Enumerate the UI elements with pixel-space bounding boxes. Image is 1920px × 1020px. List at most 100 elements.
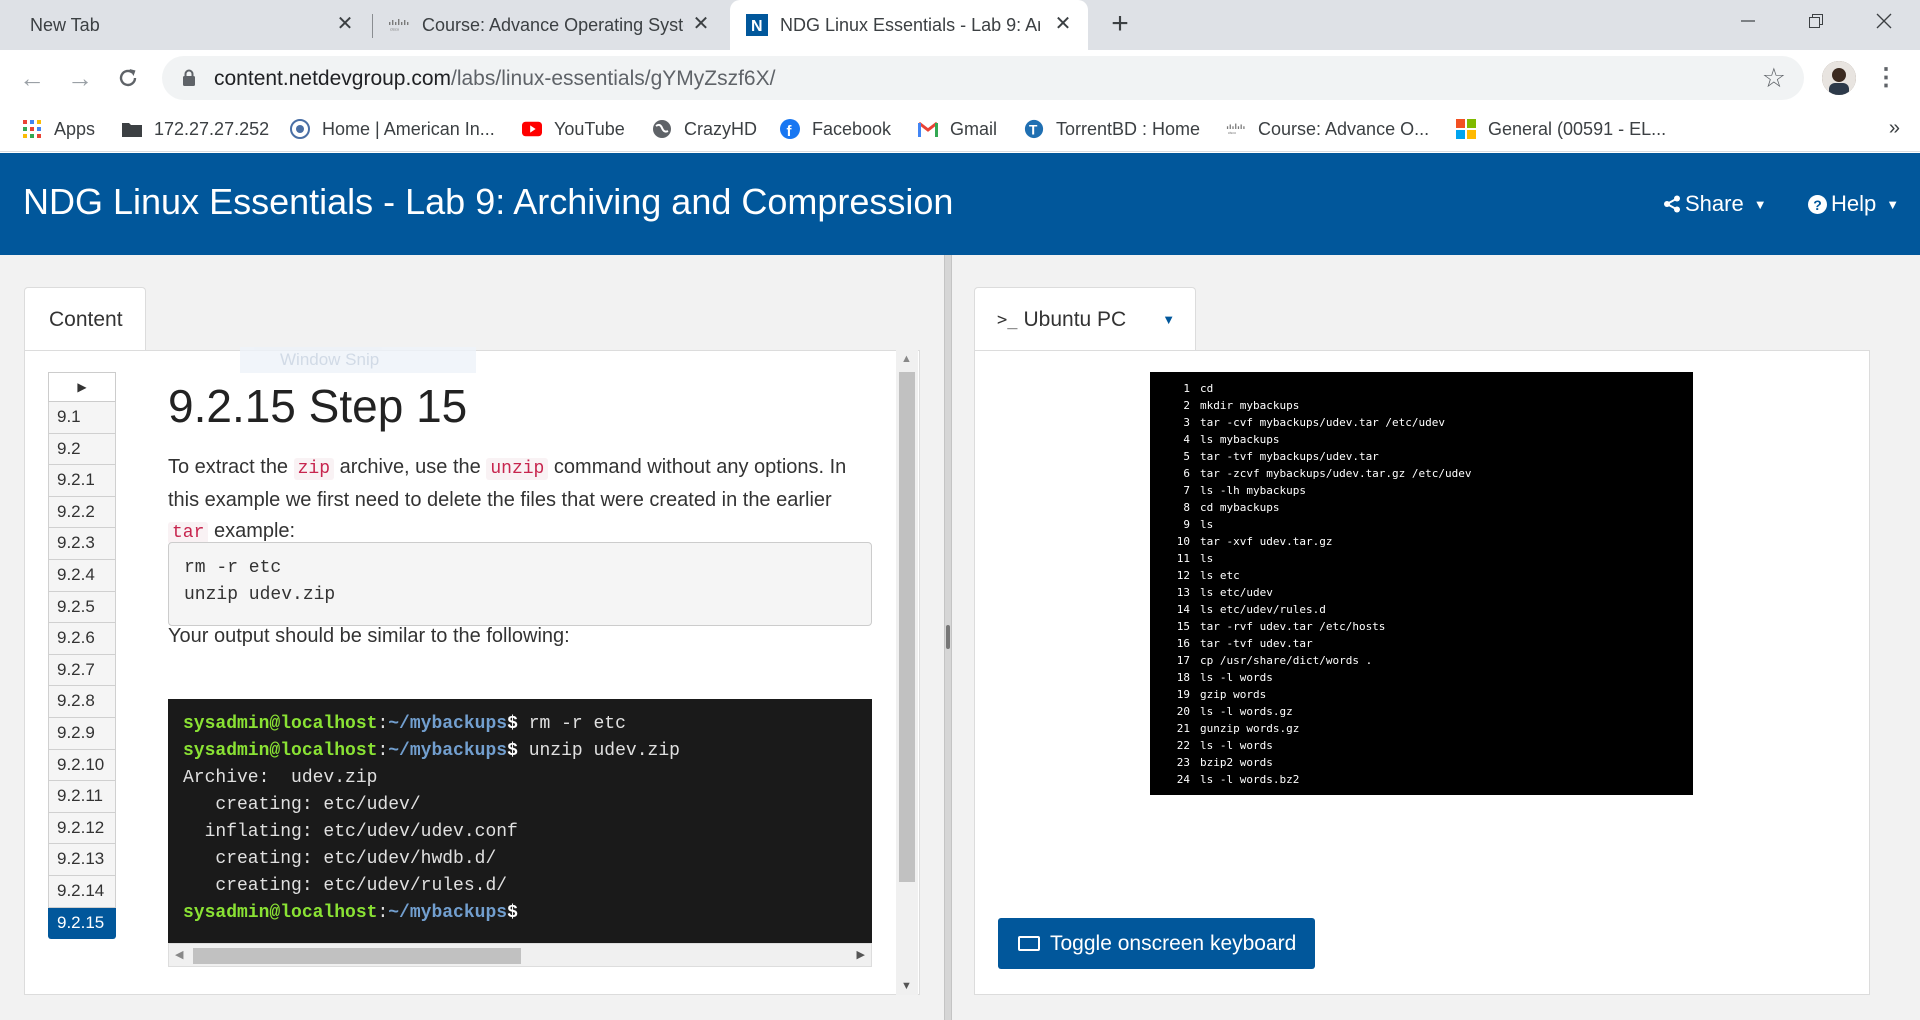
scroll-right-icon[interactable]: ▶ — [857, 948, 865, 961]
tab-ndg-lab[interactable]: N NDG Linux Essentials - Lab 9: Arc ✕ — [730, 0, 1088, 50]
bookmark-youtube[interactable]: YouTube — [522, 115, 625, 143]
new-tab-plus-icon[interactable]: + — [1103, 8, 1137, 42]
scroll-up-icon[interactable]: ▲ — [901, 353, 912, 365]
toc-toggle-icon[interactable]: ▶ — [48, 372, 116, 402]
toc-item[interactable]: 9.2.1 — [48, 465, 116, 497]
bookmark-gmail[interactable]: Gmail — [918, 115, 997, 143]
minimize-icon[interactable] — [1718, 4, 1778, 38]
tab-course[interactable]: cisco Course: Advance Operating Syste ✕ — [374, 0, 726, 50]
history-number: 11 — [1176, 552, 1190, 565]
tab-ubuntu-pc[interactable]: >_ Ubuntu PC ▼ — [974, 287, 1196, 351]
close-tab-icon[interactable]: ✕ — [1052, 13, 1074, 35]
toc-item[interactable]: 9.2.3 — [48, 528, 116, 560]
toc-item[interactable]: 9.2.15 — [48, 907, 116, 940]
pane-splitter[interactable] — [944, 255, 952, 1020]
history-command: cp /usr/share/dict/words . — [1200, 654, 1373, 667]
caret-down-icon[interactable]: ▼ — [1162, 312, 1175, 327]
bookmark-crazyhd[interactable]: CrazyHD — [652, 115, 757, 143]
toc-item[interactable]: 9.2.4 — [48, 559, 116, 592]
toc-item[interactable]: 9.2.11 — [48, 781, 116, 813]
history-command: ls etc — [1200, 569, 1240, 582]
splitter-grip[interactable] — [946, 625, 950, 649]
vm-terminal-screen[interactable]: 1 cd 2 mkdir mybackups 3 tar -cvf mybackups/u… — [1150, 372, 1693, 795]
help-button[interactable]: ? Help ▼ — [1808, 191, 1899, 217]
scrollbar-thumb[interactable] — [899, 372, 915, 882]
history-number: 22 — [1176, 739, 1190, 752]
tab-new-tab[interactable]: New Tab ✕ — [8, 0, 370, 50]
toc-item[interactable]: 9.2.10 — [48, 749, 116, 782]
history-command: tar -cvf mybackups/udev.tar /etc/udev — [1200, 416, 1446, 429]
toc-item[interactable]: 9.2.13 — [48, 844, 116, 876]
toc-item[interactable]: 9.2.5 — [48, 591, 116, 624]
command-block[interactable]: rm -r etc unzip udev.zip — [168, 542, 872, 626]
terminal-icon: >_ — [997, 309, 1018, 330]
close-tab-icon[interactable]: ✕ — [690, 13, 712, 35]
history-line: 14 ls etc/udev/rules.d — [1150, 601, 1693, 618]
scroll-left-icon[interactable]: ◀ — [175, 948, 183, 961]
toc-item[interactable]: 9.2.12 — [48, 812, 116, 845]
tab-content[interactable]: Content — [24, 287, 146, 351]
bookmark-torrentbd[interactable]: T TorrentBD : Home — [1024, 115, 1200, 143]
horizontal-scrollbar[interactable]: ◀ ▶ — [168, 943, 872, 967]
svg-text:cisco: cisco — [1228, 131, 1236, 135]
toc-item[interactable]: 9.2.7 — [48, 654, 116, 687]
content-pane: Content Window Snip ▶ 9.1 9.2 9.2.1 9.2.2 9.… — [0, 255, 944, 1020]
bookmark-course[interactable]: cisco Course: Advance O... — [1226, 115, 1429, 143]
history-line: 13 ls etc/udev — [1150, 584, 1693, 601]
inline-code: unzip — [486, 458, 549, 480]
share-button[interactable]: Share ▼ — [1663, 191, 1767, 217]
history-command: ls -l words.gz — [1200, 705, 1293, 718]
bookmark-label: Gmail — [950, 118, 998, 139]
output-line: creating: etc/udev/hwdb.d/ — [183, 849, 497, 869]
restore-icon[interactable] — [1786, 4, 1846, 38]
bookmark-facebook[interactable]: f Facebook — [780, 115, 891, 143]
bookmark-american[interactable]: Home | American In... — [290, 115, 495, 143]
text: example: — [208, 520, 296, 542]
youtube-icon — [522, 119, 542, 139]
close-window-icon[interactable] — [1854, 4, 1914, 38]
bookmark-apps[interactable]: Apps — [22, 115, 95, 143]
browser-toolbar: ← → content.netdevgroup.com/labs/linux-e… — [0, 50, 1920, 106]
output-intro: Your output should be similar to the fol… — [168, 625, 570, 647]
torrentbd-icon: T — [1024, 119, 1044, 139]
address-bar[interactable]: content.netdevgroup.com/labs/linux-essen… — [162, 56, 1804, 100]
toc-item[interactable]: 9.2 — [48, 433, 116, 466]
browser-menu-icon[interactable]: ⋮ — [1874, 58, 1898, 98]
history-number: 15 — [1176, 620, 1190, 633]
bookmark-star-icon[interactable]: ☆ — [1762, 63, 1786, 94]
prompt-user: sysadmin@localhost — [183, 714, 378, 734]
bookmark-label: Apps — [54, 118, 96, 139]
toc-item[interactable]: 9.2.2 — [48, 496, 116, 529]
reload-icon[interactable] — [110, 60, 146, 96]
globe-icon — [290, 119, 310, 139]
toc-item[interactable]: 9.2.6 — [48, 623, 116, 655]
bookmarks-overflow-icon[interactable]: » — [1889, 117, 1900, 140]
toggle-keyboard-button[interactable]: Toggle onscreen keyboard — [998, 918, 1315, 969]
history-line: 9 ls — [1150, 516, 1693, 533]
scrollbar-thumb[interactable] — [193, 948, 521, 964]
scroll-down-icon[interactable]: ▼ — [901, 980, 912, 992]
history-number: 16 — [1176, 637, 1190, 650]
step-content: 9.2.15 Step 15 To extract the zip archiv… — [140, 355, 900, 995]
back-arrow-icon[interactable]: ← — [14, 60, 50, 96]
history-line: 7 ls -lh mybackups — [1150, 482, 1693, 499]
cisco-icon: cisco — [1226, 119, 1246, 139]
tab-label: Content — [49, 307, 123, 331]
history-line: 23 bzip2 words — [1150, 754, 1693, 771]
history-line: 17 cp /usr/share/dict/words . — [1150, 652, 1693, 669]
sample-output: sysadmin@localhost:~/mybackups$ rm -r et… — [168, 699, 872, 943]
close-tab-icon[interactable]: ✕ — [334, 13, 356, 35]
toc-item[interactable]: 9.2.14 — [48, 875, 116, 908]
history-line: 22 ls -l words — [1150, 737, 1693, 754]
gmail-icon — [918, 119, 938, 139]
bookmark-ip-folder[interactable]: 172.27.27.252 — [122, 115, 269, 143]
history-command: ls mybackups — [1200, 433, 1280, 446]
history-line: 10 tar -xvf udev.tar.gz — [1150, 533, 1693, 550]
bookmark-general[interactable]: General (00591 - EL... — [1456, 115, 1666, 143]
toc-item[interactable]: 9.1 — [48, 402, 116, 434]
profile-avatar[interactable] — [1822, 61, 1856, 95]
toc-item[interactable]: 9.2.9 — [48, 717, 116, 750]
toc-item[interactable]: 9.2.8 — [48, 686, 116, 718]
forward-arrow-icon[interactable]: → — [62, 60, 98, 96]
vertical-scrollbar[interactable]: ▲ ▼ — [896, 350, 918, 995]
